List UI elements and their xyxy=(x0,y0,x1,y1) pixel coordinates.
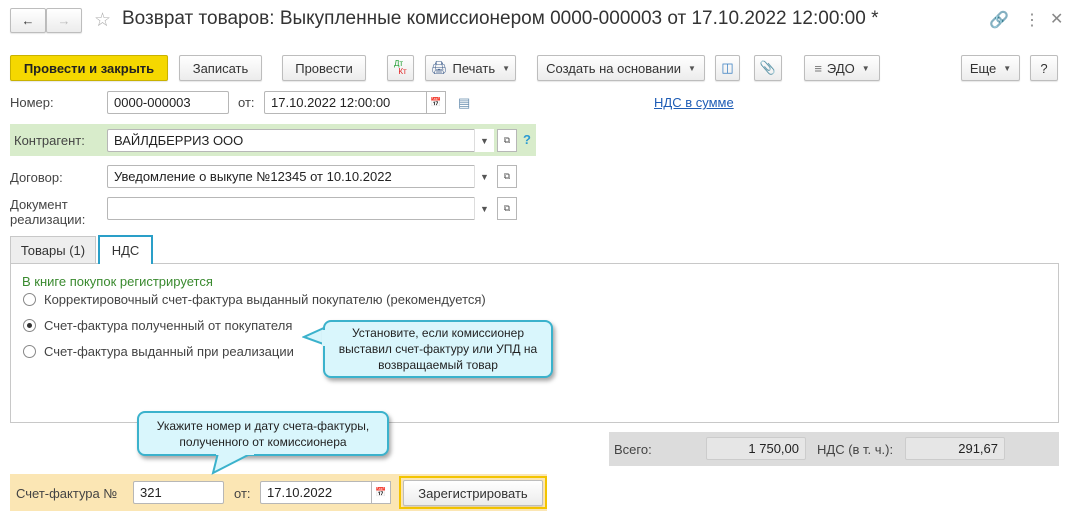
back-button[interactable]: ← xyxy=(10,8,46,33)
date-label: от: xyxy=(238,95,255,110)
tab-goods[interactable]: Товары (1) xyxy=(10,236,96,264)
invoice-number-label: Счет-фактура № xyxy=(16,486,118,501)
date-value: 17.10.2022 12:00:00 xyxy=(271,95,391,110)
caret-down-icon: ▼ xyxy=(1003,63,1012,73)
option-received-invoice[interactable]: Счет-фактура полученный от покупателя xyxy=(44,318,292,333)
vat-total-field: 291,67 xyxy=(905,437,1005,460)
arrow-right-icon: → xyxy=(57,13,71,28)
more-button[interactable]: Еще ▼ xyxy=(961,55,1020,81)
option-issued-invoice[interactable]: Счет-фактура выданный при реализации xyxy=(44,344,294,359)
caret-down-icon: ▼ xyxy=(687,63,696,73)
more-label: Еще xyxy=(969,60,997,76)
invoice-number-field[interactable]: 321 xyxy=(133,481,224,504)
star-icon[interactable]: ☆ xyxy=(94,9,111,32)
attach-button[interactable]: 📎 xyxy=(754,55,782,81)
option-corrective-invoice[interactable]: Корректировочный счет-фактура выданный п… xyxy=(44,292,486,307)
help-button[interactable]: ? xyxy=(1030,55,1058,81)
arrow-left-icon: ← xyxy=(21,13,35,28)
counterparty-value: ВАЙЛДБЕРРИЗ ООО xyxy=(114,133,244,148)
post-and-close-button[interactable]: Провести и закрыть xyxy=(10,55,168,81)
counterparty-field[interactable]: ВАЙЛДБЕРРИЗ ООО ▼ xyxy=(107,129,494,152)
radio-received-invoice[interactable] xyxy=(23,319,36,332)
register-button[interactable]: Зарегистрировать xyxy=(403,480,543,506)
vat-total-label: НДС (в т. ч.): xyxy=(817,442,894,457)
link-icon[interactable]: 🔗 xyxy=(989,10,1009,30)
open-icon[interactable]: ⧉ xyxy=(497,129,517,152)
close-icon[interactable]: ✕ xyxy=(1050,9,1063,29)
window-title: Возврат товаров: Выкупленные комиссионер… xyxy=(122,8,879,29)
dropdown-icon[interactable]: ▼ xyxy=(474,165,494,188)
number-label: Номер: xyxy=(10,95,54,110)
calendar-icon[interactable]: 📅 xyxy=(426,91,446,114)
comment-icon[interactable]: ▤ xyxy=(458,95,470,111)
radio-corrective-invoice[interactable] xyxy=(23,293,36,306)
edo-icon: ≡ xyxy=(814,60,822,76)
number-field[interactable]: 0000-000003 xyxy=(107,91,229,114)
date-field[interactable]: 17.10.2022 12:00:00 📅 xyxy=(264,91,446,114)
vat-in-amount-link[interactable]: НДС в сумме xyxy=(654,95,734,110)
edo-button[interactable]: ≡ ЭДО ▼ xyxy=(804,55,880,81)
edo-label: ЭДО xyxy=(826,60,855,76)
callout-pointer xyxy=(211,451,254,475)
calendar-icon[interactable]: 📅 xyxy=(371,481,391,504)
caret-down-icon: ▼ xyxy=(861,63,870,73)
post-button[interactable]: Провести xyxy=(282,55,366,81)
dropdown-icon[interactable]: ▼ xyxy=(474,197,494,220)
dropdown-icon[interactable]: ▼ xyxy=(474,129,494,152)
create-based-on-button[interactable]: Создать на основании ▼ xyxy=(537,55,705,81)
invoice-date-value: 17.10.2022 xyxy=(267,485,333,500)
contract-field[interactable]: Уведомление о выкупе №12345 от 10.10.202… xyxy=(107,165,494,188)
tab-vat[interactable]: НДС xyxy=(98,235,153,264)
sale-doc-field[interactable]: ▼ xyxy=(107,197,494,220)
counterparty-help[interactable]: ? xyxy=(523,132,531,147)
invoice-date-label: от: xyxy=(234,486,251,501)
caret-down-icon: ▼ xyxy=(502,63,511,73)
contract-value: Уведомление о выкупе №12345 от 10.10.202… xyxy=(114,169,392,184)
vat-heading: В книге покупок регистрируется xyxy=(22,274,213,289)
print-button[interactable]: 🖨 Печать ▼ xyxy=(425,55,516,81)
dt-kt-button[interactable]: Дт Кт xyxy=(387,55,414,81)
open-icon[interactable]: ⧉ xyxy=(497,165,517,188)
sale-doc-label: Документ реализации: xyxy=(10,197,86,227)
printer-icon: 🖨 xyxy=(430,60,448,75)
radio-issued-invoice[interactable] xyxy=(23,345,36,358)
callout-invoice-hint: Укажите номер и дату счета-фактуры, полу… xyxy=(137,411,389,456)
forward-button[interactable]: → xyxy=(46,8,82,33)
total-label: Всего: xyxy=(614,442,652,457)
structure-icon: ◫ xyxy=(721,60,734,75)
invoice-date-field[interactable]: 17.10.2022 📅 xyxy=(260,481,391,504)
open-icon[interactable]: ⧉ xyxy=(497,197,517,220)
more-vertical-icon[interactable]: ⋮ xyxy=(1024,10,1040,30)
create-based-label: Создать на основании xyxy=(546,60,681,76)
kt-label: Кт xyxy=(398,67,407,76)
counterparty-label: Контрагент: xyxy=(14,133,85,148)
contract-label: Договор: xyxy=(10,170,63,185)
save-button[interactable]: Записать xyxy=(179,55,262,81)
structure-button[interactable]: ◫ xyxy=(715,55,740,81)
callout-received-invoice-hint: Установите, если комиссионер выставил сч… xyxy=(323,320,553,378)
callout-joint xyxy=(322,330,328,346)
print-label: Печать xyxy=(452,60,496,76)
total-field: 1 750,00 xyxy=(706,437,806,460)
paperclip-icon: 📎 xyxy=(759,60,777,75)
